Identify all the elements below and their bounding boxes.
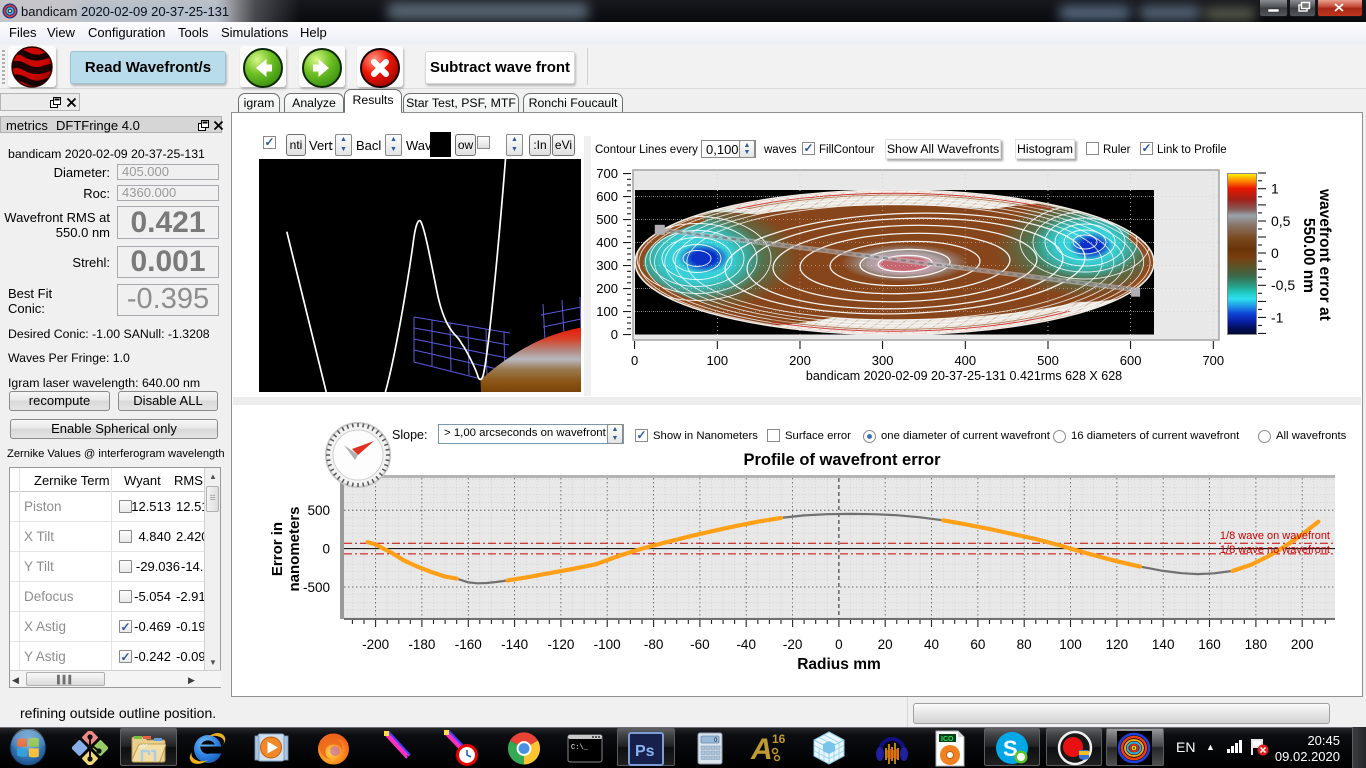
svg-text:-200: -200 — [362, 637, 389, 652]
svg-text:-1: -1 — [1271, 309, 1284, 325]
svg-text:120: 120 — [1106, 637, 1129, 652]
svg-text:0: 0 — [322, 542, 330, 557]
svg-text:180: 180 — [1245, 637, 1268, 652]
svg-text:ICO: ICO — [941, 736, 954, 743]
svg-text:140: 140 — [1152, 637, 1175, 652]
svg-text:-100: -100 — [594, 637, 621, 652]
svg-text:1/8 wave on wavefront: 1/8 wave on wavefront — [1220, 530, 1330, 542]
svg-text:1: 1 — [1271, 181, 1279, 197]
svg-text:80: 80 — [1017, 637, 1032, 652]
svg-text:100: 100 — [596, 304, 618, 319]
svg-text:60: 60 — [970, 637, 985, 652]
svg-text:160: 160 — [1198, 637, 1221, 652]
svg-text:600: 600 — [596, 189, 618, 204]
svg-text:1/8 wave no wavefront: 1/8 wave no wavefront — [1220, 544, 1330, 556]
svg-text:200: 200 — [1291, 637, 1314, 652]
svg-text:Radius mm: Radius mm — [797, 656, 881, 673]
svg-text:-180: -180 — [408, 637, 435, 652]
svg-text:-20: -20 — [783, 637, 803, 652]
svg-text:400: 400 — [954, 353, 976, 368]
svg-text:200: 200 — [789, 353, 811, 368]
svg-text:A: A — [750, 733, 773, 765]
svg-text:-120: -120 — [547, 637, 574, 652]
svg-text:-500: -500 — [303, 580, 330, 595]
svg-text:500: 500 — [596, 212, 618, 227]
svg-text:20: 20 — [878, 637, 893, 652]
svg-text:0,5: 0,5 — [1271, 213, 1291, 229]
svg-text:-0,5: -0,5 — [1271, 277, 1295, 293]
svg-text:0: 0 — [611, 327, 618, 342]
svg-text:40: 40 — [924, 637, 939, 652]
svg-text:0: 0 — [1271, 245, 1279, 261]
svg-text:-140: -140 — [501, 637, 528, 652]
svg-text:C:\_: C:\_ — [571, 744, 589, 752]
svg-text:16: 16 — [772, 732, 786, 746]
svg-text:Ps: Ps — [635, 743, 655, 760]
svg-text:200: 200 — [596, 281, 618, 296]
svg-text:400: 400 — [596, 235, 618, 250]
svg-text:0: 0 — [631, 353, 638, 368]
svg-text:-160: -160 — [455, 637, 482, 652]
svg-text:0: 0 — [835, 637, 843, 652]
svg-text:500: 500 — [307, 503, 330, 518]
svg-text:700: 700 — [596, 166, 618, 181]
svg-text:100: 100 — [706, 353, 728, 368]
svg-text:bandicam 2020-02-09 20-37-25-1: bandicam 2020-02-09 20-37-25-131 0.421rm… — [806, 369, 1122, 383]
svg-text:-40: -40 — [736, 637, 756, 652]
svg-text:700: 700 — [1202, 353, 1224, 368]
svg-text:300: 300 — [596, 258, 618, 273]
svg-text:500: 500 — [1037, 353, 1059, 368]
svg-text:-60: -60 — [690, 637, 710, 652]
svg-text:300: 300 — [872, 353, 894, 368]
svg-text:600: 600 — [1120, 353, 1142, 368]
svg-text:-80: -80 — [644, 637, 664, 652]
svg-text:100: 100 — [1059, 637, 1082, 652]
